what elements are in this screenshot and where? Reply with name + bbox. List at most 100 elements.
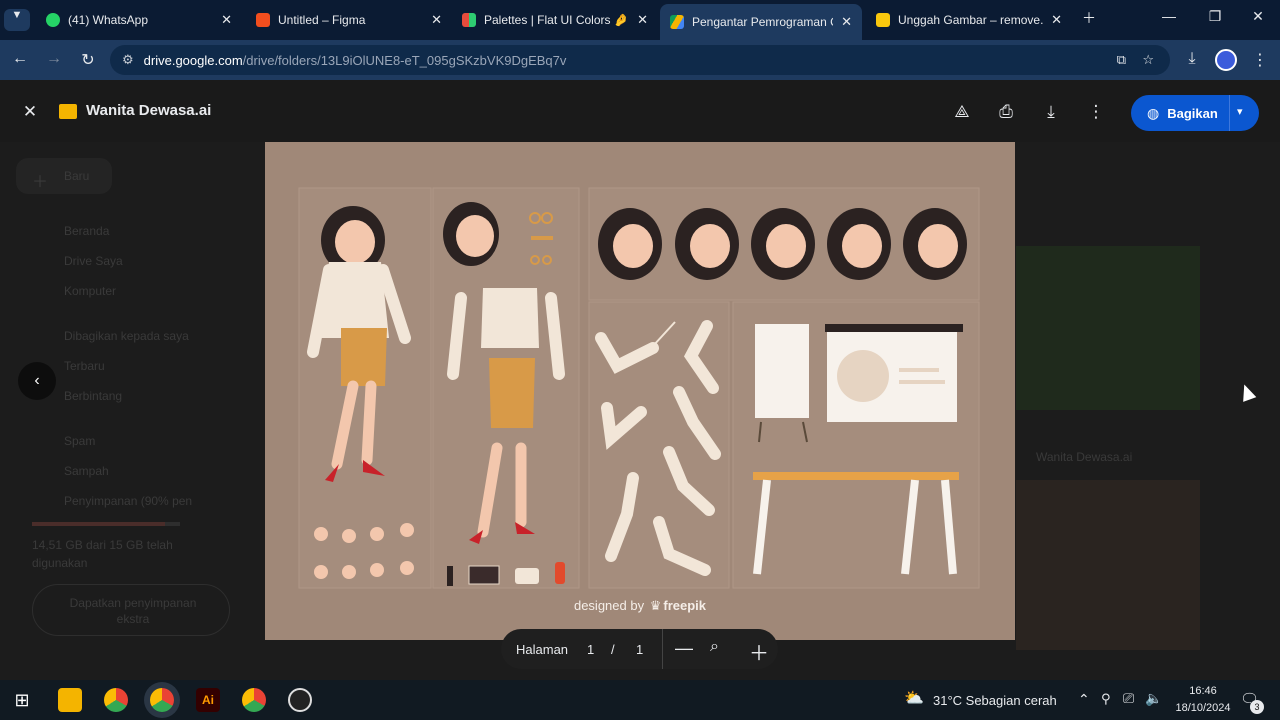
file-title: Wanita Dewasa.ai [86,102,212,119]
restore-window-button[interactable]: ❐ [1200,8,1230,25]
reload-icon[interactable]: ↻ [78,50,98,70]
tray-overflow-icon[interactable]: ⌃ [1078,691,1090,708]
windows-taskbar: ⊞ Ai ⛅ 31°C Sebagian cerah ⌃ ⚲ ⎚ 🔈 16:46… [0,680,1280,720]
file-explorer-icon[interactable] [58,688,82,712]
address-bar[interactable]: ⚙ drive.google.com/drive/folders/13L9iOl… [110,45,1170,75]
share-dropdown-icon[interactable]: ▾ [1237,105,1243,118]
download-icon[interactable]: ⤓ [1039,102,1063,122]
credit-prefix: designed by [573,598,645,613]
nav-computers[interactable]: Komputer [64,284,116,298]
file-thumbnail-ai[interactable] [1016,480,1200,650]
url-host: drive.google.com [143,52,243,68]
browser-tab-strip: ▼ (41) WhatsApp ✕ Untitled – Figma ✕ Pal… [0,0,1280,40]
site-info-icon[interactable]: ⚙ [122,52,134,68]
clock-date[interactable]: 18/10/2024 [1172,702,1234,714]
downloads-icon[interactable]: ⤓ [1182,50,1202,68]
folder-icon [59,104,77,119]
nav-starred[interactable]: Berbintang [64,389,122,403]
nav-recent[interactable]: Terbaru [64,359,105,373]
print-icon[interactable]: ⎙ [994,102,1018,122]
get-storage-label: Dapatkan penyimpanan ekstra [69,596,197,626]
close-tab-icon[interactable]: ✕ [1051,12,1062,28]
network-icon[interactable]: ⎚ [1123,690,1134,707]
freepik-logo-icon: ♛ [649,598,662,613]
page-separator: / [611,642,615,657]
flatui-icon [462,13,476,27]
plus-icon: ＋ [32,174,49,191]
new-button-label: Baru [64,169,90,183]
tab-flat-ui-colors[interactable]: Palettes | Flat UI Colors 🤌 2 ✕ [452,6,658,34]
get-storage-button[interactable]: Dapatkan penyimpanan ekstra [32,584,230,636]
weather-text[interactable]: 31°C Sebagian cerah [933,693,1057,708]
storage-meter [32,522,180,526]
tab-label: Palettes | Flat UI Colors 🤌 2 [484,13,630,27]
tab-label: (41) WhatsApp [68,13,149,27]
close-window-button[interactable]: ✕ [1243,8,1273,25]
new-tab-button[interactable]: ＋ [1074,8,1104,28]
url-path: /drive/folders/13L9iOlUNE8-eT_095gSKzbVK… [242,52,567,68]
previous-file-button[interactable]: ‹ [18,362,56,400]
nav-shared[interactable]: Dibagikan kepada saya [64,329,189,343]
windows-start-icon[interactable]: ⊞ [10,688,34,712]
bookmark-star-icon[interactable]: ☆ [1142,52,1154,68]
freepik-credit: designed by ♛ freepik [265,598,1015,614]
close-tab-icon[interactable]: ✕ [637,12,648,28]
share-label: Bagikan [1167,105,1218,121]
file-preview: designed by ♛ freepik [265,142,1015,640]
whatsapp-icon [46,13,60,27]
share-button[interactable]: ◍ Bagikan ▾ [1131,95,1259,131]
tab-whatsapp[interactable]: (41) WhatsApp ✕ [36,6,242,34]
clock-time[interactable]: 16:46 [1172,685,1234,697]
nav-trash[interactable]: Sampah [64,464,109,478]
tab-label: Untitled – Figma [278,13,366,27]
close-tab-icon[interactable]: ✕ [841,14,852,30]
side-panel [1240,144,1254,674]
zoom-out-icon[interactable]: — [675,638,693,659]
new-button[interactable]: ＋ Baru [16,158,112,194]
magnifier-icon[interactable]: ⌕ [710,638,719,656]
nav-storage[interactable]: Penyimpanan (90% pen [64,494,192,508]
volume-icon[interactable]: 🔈 [1145,690,1162,707]
notification-count: 3 [1250,700,1264,714]
tab-google-drive-active[interactable]: Pengantar Pemrograman Ga ✕ [660,4,862,40]
location-icon[interactable]: ⚲ [1101,691,1111,707]
install-app-icon[interactable]: ⧉ [1117,52,1126,68]
nav-home[interactable]: Beranda [64,224,109,238]
file-thumbnail-landscape[interactable] [1016,246,1200,410]
tab-label: Pengantar Pemrograman Ga [692,15,834,29]
tab-removebg[interactable]: Unggah Gambar – remove.b ✕ [866,6,1072,34]
tab-figma[interactable]: Untitled – Figma ✕ [246,6,452,34]
nav-spam[interactable]: Spam [64,434,95,448]
zoom-in-icon[interactable]: ＋ [749,637,769,666]
back-arrow-icon[interactable]: ← [10,50,30,68]
add-to-drive-icon[interactable]: ⟁ [950,102,974,122]
globe-icon: ◍ [1147,104,1160,121]
close-tab-icon[interactable]: ✕ [221,12,232,28]
page-current[interactable]: 1 [587,642,594,657]
viewer-header: ✕ Wanita Dewasa.ai ⟁ ⎙ ⤓ ⋮ ◍ Bagikan ▾ [0,80,1280,142]
illustrator-icon[interactable]: Ai [196,688,220,712]
minimize-window-button[interactable]: — [1154,8,1184,24]
google-drive-icon [670,15,684,29]
figma-icon [256,13,270,27]
forward-arrow-icon[interactable]: → [44,50,64,68]
browser-menu-icon[interactable]: ⋮ [1250,50,1270,70]
screen-recorder-icon[interactable] [288,688,312,712]
nav-my-drive[interactable]: Drive Saya [64,254,123,268]
chrome-second-icon[interactable] [242,688,266,712]
tab-search-button[interactable]: ▼ [4,9,30,31]
chrome-profile-icon[interactable] [150,688,174,712]
file-name[interactable]: Wanita Dewasa.ai [1036,450,1132,464]
tab-label: Unggah Gambar – remove.b [898,13,1044,27]
close-tab-icon[interactable]: ✕ [431,12,442,28]
credit-brand: freepik [663,598,707,613]
page-label: Halaman [516,642,569,657]
character-illustration [298,187,980,589]
chrome-icon[interactable] [104,688,128,712]
page-total: 1 [636,642,644,657]
more-options-icon[interactable]: ⋮ [1084,102,1108,122]
profile-avatar[interactable] [1215,49,1237,71]
close-viewer-icon[interactable]: ✕ [18,102,42,122]
weather-icon[interactable]: ⛅ [904,688,924,708]
removebg-icon [876,13,890,27]
